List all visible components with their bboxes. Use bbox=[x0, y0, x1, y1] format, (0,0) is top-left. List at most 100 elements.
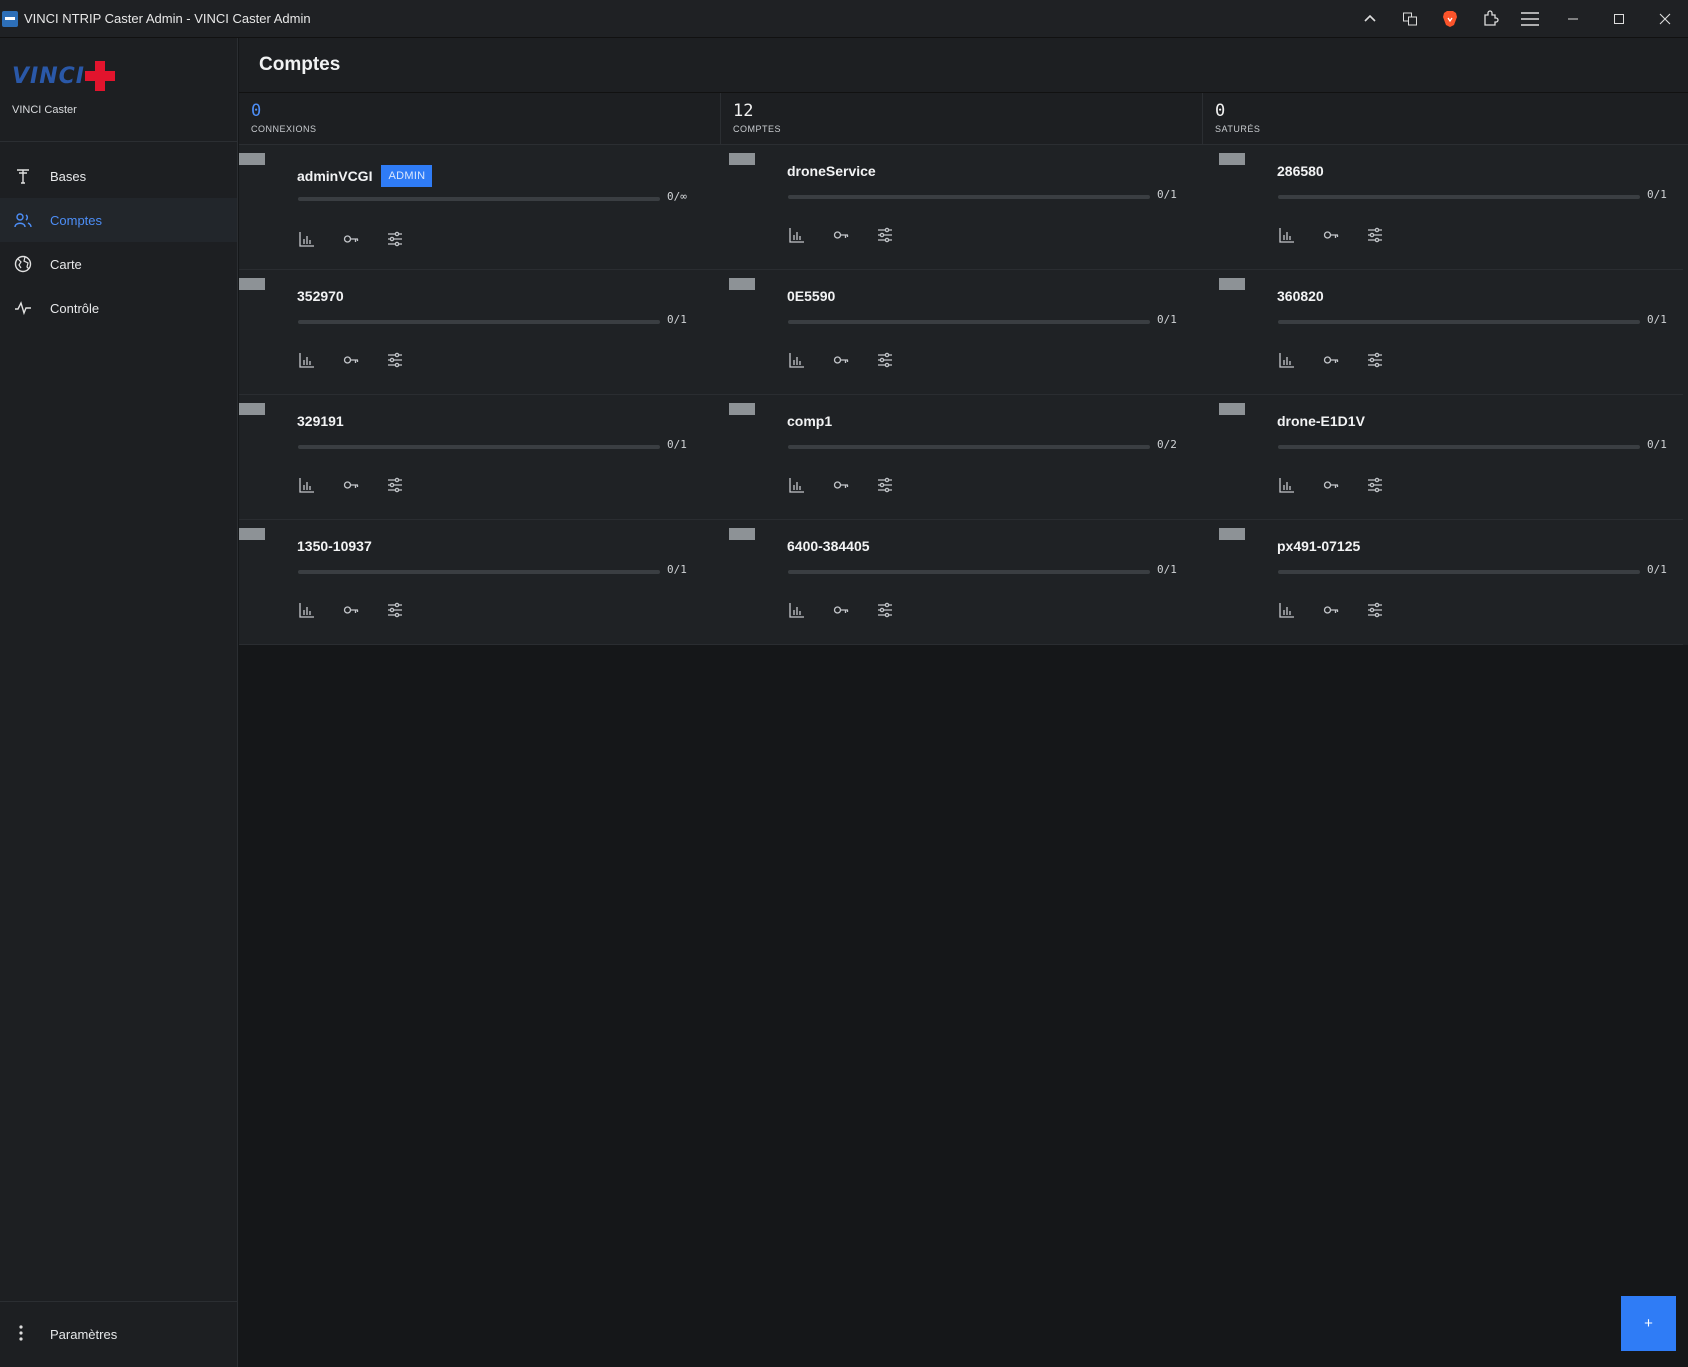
usage-bar bbox=[788, 570, 1150, 574]
key-icon[interactable] bbox=[831, 350, 851, 370]
stats-bar: 0 CONNEXIONS 12 COMPTES 0 SATURÉS bbox=[239, 93, 1688, 145]
sliders-icon[interactable] bbox=[1365, 600, 1385, 620]
key-icon[interactable] bbox=[1321, 350, 1341, 370]
more-vertical-icon bbox=[18, 1324, 28, 1346]
account-card[interactable]: 360820 0/1 bbox=[1219, 270, 1683, 395]
key-icon[interactable] bbox=[341, 475, 361, 495]
key-icon[interactable] bbox=[831, 475, 851, 495]
sidebar-item-label: Carte bbox=[50, 256, 82, 272]
account-name-row: px491-07125 bbox=[1277, 538, 1360, 554]
account-card[interactable]: 352970 0/1 bbox=[239, 270, 729, 395]
account-card[interactable]: px491-07125 0/1 bbox=[1219, 520, 1683, 645]
maximize-icon[interactable] bbox=[1596, 0, 1642, 38]
stat-value: 0 bbox=[1215, 101, 1226, 121]
sliders-icon[interactable] bbox=[875, 350, 895, 370]
stats-icon[interactable] bbox=[787, 225, 807, 245]
stats-icon[interactable] bbox=[297, 600, 317, 620]
key-icon[interactable] bbox=[341, 350, 361, 370]
stats-icon[interactable] bbox=[297, 229, 317, 249]
key-icon[interactable] bbox=[1321, 600, 1341, 620]
sliders-icon[interactable] bbox=[875, 225, 895, 245]
status-tag bbox=[1219, 403, 1245, 415]
key-icon[interactable] bbox=[831, 225, 851, 245]
stat-label: CONNEXIONS bbox=[251, 124, 317, 134]
stats-icon[interactable] bbox=[1277, 225, 1297, 245]
menu-icon[interactable] bbox=[1510, 0, 1550, 38]
stat-label: COMPTES bbox=[733, 124, 782, 134]
account-card[interactable]: 286580 0/1 bbox=[1219, 145, 1683, 270]
account-quota: 0/1 bbox=[1647, 313, 1667, 326]
stats-icon[interactable] bbox=[787, 600, 807, 620]
status-tag bbox=[1219, 528, 1245, 540]
stats-icon[interactable] bbox=[1277, 475, 1297, 495]
stats-icon[interactable] bbox=[787, 350, 807, 370]
sliders-icon[interactable] bbox=[1365, 225, 1385, 245]
key-icon[interactable] bbox=[1321, 225, 1341, 245]
sidebar-item-bases[interactable]: Bases bbox=[0, 154, 237, 198]
settings-item[interactable]: Paramètres bbox=[0, 1301, 237, 1367]
stats-icon[interactable] bbox=[297, 475, 317, 495]
sliders-icon[interactable] bbox=[385, 475, 405, 495]
card-actions bbox=[297, 350, 405, 370]
status-tag bbox=[729, 403, 755, 415]
main-content: Comptes 0 CONNEXIONS 12 COMPTES 0 SATURÉ… bbox=[239, 38, 1688, 1367]
status-tag bbox=[729, 153, 755, 165]
vinci-logo[interactable]: VINCI bbox=[12, 58, 225, 94]
key-icon[interactable] bbox=[341, 229, 361, 249]
account-quota: 0/1 bbox=[667, 563, 687, 576]
sliders-icon[interactable] bbox=[875, 475, 895, 495]
status-tag bbox=[1219, 278, 1245, 290]
account-quota: 0/1 bbox=[1647, 563, 1667, 576]
account-name: 1350-10937 bbox=[297, 538, 372, 554]
stats-icon[interactable] bbox=[787, 475, 807, 495]
account-quota: 0/2 bbox=[1157, 438, 1177, 451]
sliders-icon[interactable] bbox=[385, 350, 405, 370]
extensions-icon[interactable] bbox=[1470, 0, 1510, 38]
sliders-icon[interactable] bbox=[385, 600, 405, 620]
account-card[interactable]: 0E5590 0/1 bbox=[729, 270, 1219, 395]
sliders-icon[interactable] bbox=[1365, 475, 1385, 495]
account-card[interactable]: 6400-384405 0/1 bbox=[729, 520, 1219, 645]
card-actions bbox=[1277, 475, 1385, 495]
account-card[interactable]: 329191 0/1 bbox=[239, 395, 729, 520]
account-quota: 0/∞ bbox=[667, 190, 687, 203]
account-name-row: 329191 bbox=[297, 413, 344, 429]
chevron-up-icon[interactable] bbox=[1350, 0, 1390, 38]
minimize-icon[interactable] bbox=[1550, 0, 1596, 38]
account-name: 329191 bbox=[297, 413, 344, 429]
stats-icon[interactable] bbox=[1277, 350, 1297, 370]
sliders-icon[interactable] bbox=[1365, 350, 1385, 370]
status-tag bbox=[239, 403, 265, 415]
translate-icon[interactable] bbox=[1390, 0, 1430, 38]
usage-bar bbox=[1278, 320, 1640, 324]
account-card[interactable]: 1350-10937 0/1 bbox=[239, 520, 729, 645]
card-actions bbox=[787, 600, 895, 620]
key-icon[interactable] bbox=[341, 600, 361, 620]
account-card[interactable]: adminVCGI ADMIN 0/∞ bbox=[239, 145, 729, 270]
account-quota: 0/1 bbox=[1647, 438, 1667, 451]
account-name: 360820 bbox=[1277, 288, 1324, 304]
key-icon[interactable] bbox=[831, 600, 851, 620]
sliders-icon[interactable] bbox=[875, 600, 895, 620]
brave-icon[interactable] bbox=[1430, 0, 1470, 38]
account-card[interactable]: droneService 0/1 bbox=[729, 145, 1219, 270]
card-actions bbox=[787, 225, 895, 245]
key-icon[interactable] bbox=[1321, 475, 1341, 495]
add-account-button[interactable]: + bbox=[1621, 1296, 1676, 1351]
sliders-icon[interactable] bbox=[385, 229, 405, 249]
app-name: VINCI Caster bbox=[12, 104, 77, 116]
account-quota: 0/1 bbox=[1157, 188, 1177, 201]
account-card[interactable]: comp1 0/2 bbox=[729, 395, 1219, 520]
sidebar-item-comptes[interactable]: Comptes bbox=[0, 198, 237, 242]
close-icon[interactable] bbox=[1642, 0, 1688, 38]
stats-icon[interactable] bbox=[1277, 600, 1297, 620]
stats-icon[interactable] bbox=[297, 350, 317, 370]
status-tag bbox=[729, 528, 755, 540]
card-actions bbox=[297, 229, 405, 249]
sidebar-item-controle[interactable]: Contrôle bbox=[0, 286, 237, 330]
account-card[interactable]: drone-E1D1V 0/1 bbox=[1219, 395, 1683, 520]
usage-bar bbox=[788, 195, 1150, 199]
page-header: Comptes bbox=[239, 38, 1688, 93]
sidebar-item-carte[interactable]: Carte bbox=[0, 242, 237, 286]
account-name: 352970 bbox=[297, 288, 344, 304]
